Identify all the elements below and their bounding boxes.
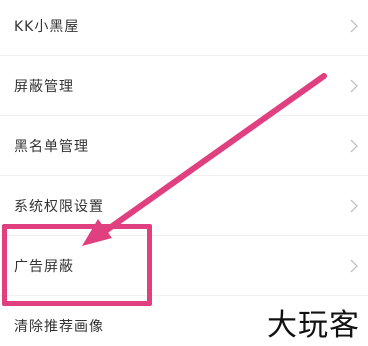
menu-item-ad-blocking[interactable]: 广告屏蔽 bbox=[0, 236, 368, 296]
watermark: 大玩客 bbox=[267, 308, 360, 343]
settings-list: KK小黑屋 屏蔽管理 黑名单管理 系统权限设置 广告屏蔽 清除推荐画像 bbox=[0, 0, 368, 346]
menu-item-label: 黑名单管理 bbox=[14, 138, 89, 155]
menu-item-label: 广告屏蔽 bbox=[14, 258, 74, 275]
menu-item-kk-black-room[interactable]: KK小黑屋 bbox=[0, 0, 368, 56]
menu-item-label: 清除推荐画像 bbox=[14, 319, 104, 335]
chevron-right-icon bbox=[350, 139, 358, 152]
chevron-right-icon bbox=[350, 79, 358, 92]
menu-item-blacklist-management[interactable]: 黑名单管理 bbox=[0, 116, 368, 176]
chevron-right-icon bbox=[350, 19, 358, 32]
menu-item-label: KK小黑屋 bbox=[14, 18, 80, 35]
menu-item-system-permission-settings[interactable]: 系统权限设置 bbox=[0, 176, 368, 236]
menu-item-label: 系统权限设置 bbox=[14, 198, 104, 215]
settings-page: KK小黑屋 屏蔽管理 黑名单管理 系统权限设置 广告屏蔽 清除推荐画像 大玩客 bbox=[0, 0, 368, 346]
chevron-right-icon bbox=[350, 259, 358, 272]
menu-item-block-management[interactable]: 屏蔽管理 bbox=[0, 56, 368, 116]
chevron-right-icon bbox=[350, 199, 358, 212]
menu-item-label: 屏蔽管理 bbox=[14, 78, 74, 95]
